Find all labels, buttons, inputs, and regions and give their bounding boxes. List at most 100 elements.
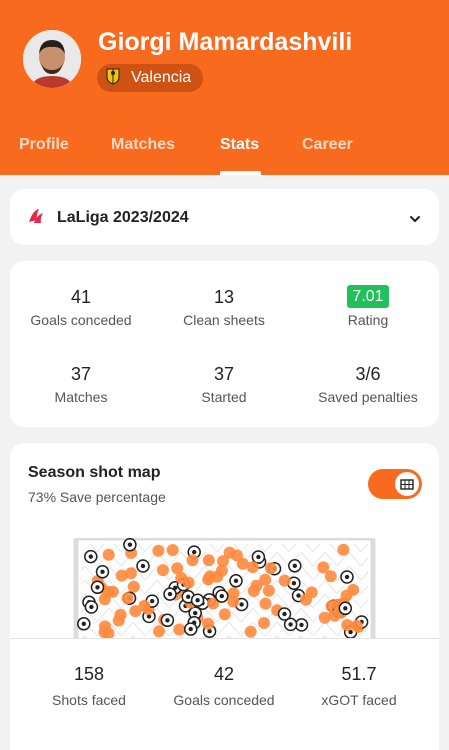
stat-label: Started bbox=[201, 389, 247, 405]
ball-pattern-icon bbox=[291, 581, 297, 586]
ball-pattern-icon bbox=[288, 622, 293, 627]
ball-pattern-icon bbox=[186, 594, 191, 599]
team-chip[interactable]: Valencia bbox=[97, 64, 204, 92]
ball-pattern-icon bbox=[195, 598, 200, 603]
shot-marker bbox=[350, 619, 363, 632]
stat-label: Matches bbox=[54, 389, 108, 405]
stat-value: 41 bbox=[70, 287, 92, 307]
shot-marker bbox=[186, 554, 199, 567]
shot-marker bbox=[227, 595, 240, 608]
stat-clean-sheets: 13 Clean sheets bbox=[154, 286, 294, 329]
stat-saved-penalties: 3/6 Saved penalties bbox=[298, 363, 438, 406]
tab-stats[interactable]: Stats bbox=[220, 136, 259, 154]
shot-marker bbox=[182, 576, 195, 589]
shot-marker bbox=[278, 574, 291, 587]
tab-career[interactable]: Career bbox=[302, 136, 353, 154]
player-avatar bbox=[23, 30, 81, 88]
shot-marker bbox=[153, 625, 165, 638]
ball-pattern-icon bbox=[292, 563, 297, 568]
shot-marker bbox=[217, 555, 229, 568]
stat-label: Goals conceded bbox=[173, 692, 275, 708]
ball-pattern-icon bbox=[192, 549, 197, 555]
stat-goals-conceded-shotmap: 42 Goals conceded bbox=[154, 663, 294, 709]
ball-pattern-icon bbox=[207, 629, 212, 634]
tab-matches[interactable]: Matches bbox=[111, 136, 175, 154]
ball-pattern-icon bbox=[88, 554, 93, 559]
stat-label: Shots faced bbox=[52, 692, 126, 708]
season-stats-card: 41 Goals conceded 13 Clean sheets 7.01 R… bbox=[10, 261, 439, 427]
player-name: Giorgi Mamardashvili bbox=[98, 28, 353, 56]
stat-value: 13 bbox=[213, 287, 235, 307]
shot-marker bbox=[98, 626, 111, 638]
shot-marker bbox=[258, 617, 270, 629]
shot-marker bbox=[262, 584, 275, 597]
ball-pattern-icon bbox=[140, 563, 146, 569]
ball-pattern-icon bbox=[282, 611, 287, 617]
league-name: LaLiga 2023/2024 bbox=[57, 209, 189, 226]
stat-label: Saved penalties bbox=[318, 389, 418, 405]
chevron-down-icon[interactable] bbox=[409, 211, 421, 229]
shot-marker bbox=[102, 548, 115, 561]
shot-marker bbox=[264, 562, 277, 575]
team-name: Valencia bbox=[131, 69, 192, 86]
stat-label: Goals conceded bbox=[30, 312, 132, 328]
active-tab-indicator bbox=[220, 171, 261, 175]
shot-marker bbox=[157, 564, 169, 577]
stat-label: Rating bbox=[347, 312, 389, 328]
league-selector[interactable]: LaLiga 2023/2024 bbox=[10, 189, 439, 245]
shot-map-title: Season shot map bbox=[28, 464, 161, 481]
ball-pattern-icon bbox=[89, 604, 94, 610]
goal-net-icon bbox=[395, 472, 419, 496]
stat-matches: 37 Matches bbox=[11, 363, 151, 406]
shot-marker bbox=[250, 579, 263, 592]
ball-pattern-icon bbox=[299, 622, 304, 628]
ball-pattern-icon bbox=[127, 542, 133, 547]
stat-value: 37 bbox=[70, 364, 92, 384]
shot-marker bbox=[127, 580, 140, 593]
ball-pattern-icon bbox=[344, 574, 350, 580]
shot-marker bbox=[231, 549, 243, 562]
ball-pattern-icon bbox=[81, 621, 86, 626]
laliga-logo-icon bbox=[25, 206, 45, 231]
rating-badge: 7.01 bbox=[347, 285, 389, 308]
player-header: Giorgi Mamardashvili Valencia Profile Ma… bbox=[0, 0, 449, 175]
shot-marker bbox=[106, 585, 119, 598]
ball-pattern-icon bbox=[219, 593, 224, 599]
shot-marker bbox=[152, 544, 165, 557]
stat-value: 51.7 bbox=[341, 664, 377, 684]
valencia-crest-icon bbox=[105, 67, 121, 90]
shot-marker bbox=[246, 561, 259, 574]
shot-marker bbox=[202, 617, 215, 630]
shot-marker bbox=[125, 567, 137, 580]
ball-pattern-icon bbox=[233, 578, 239, 583]
ball-pattern-icon bbox=[100, 569, 105, 574]
stat-value: 42 bbox=[213, 664, 235, 684]
stat-shots-faced: 158 Shots faced bbox=[19, 663, 159, 709]
shot-marker bbox=[138, 599, 151, 612]
shot-marker bbox=[218, 608, 231, 621]
stat-goals-conceded: 41 Goals conceded bbox=[11, 286, 151, 329]
stat-rating: 7.01 Rating bbox=[298, 284, 438, 329]
stat-started: 37 Started bbox=[154, 363, 294, 406]
ball-pattern-icon bbox=[193, 610, 198, 616]
shot-map-card: Season shot map 73% Save percentage 158 … bbox=[10, 443, 439, 750]
shot-marker bbox=[202, 554, 215, 567]
ball-pattern-icon bbox=[150, 598, 155, 604]
stat-value: 3/6 bbox=[355, 364, 381, 384]
shot-marker bbox=[244, 625, 257, 638]
ball-pattern-icon bbox=[296, 593, 301, 598]
stat-value: 37 bbox=[213, 364, 235, 384]
shot-marker bbox=[317, 561, 330, 574]
tab-bar: Profile Matches Stats Career bbox=[0, 136, 449, 175]
shot-marker bbox=[121, 592, 134, 605]
tab-profile[interactable]: Profile bbox=[19, 136, 69, 154]
stat-value: 158 bbox=[73, 664, 105, 684]
shot-marker bbox=[318, 611, 331, 624]
shot-marker bbox=[259, 597, 272, 610]
shot-marker bbox=[202, 573, 215, 586]
ball-pattern-icon bbox=[343, 606, 348, 611]
ball-pattern-icon bbox=[239, 602, 244, 607]
shot-map-toggle[interactable] bbox=[368, 469, 422, 499]
ball-pattern-icon bbox=[95, 585, 100, 590]
stat-label: Clean sheets bbox=[183, 312, 265, 328]
